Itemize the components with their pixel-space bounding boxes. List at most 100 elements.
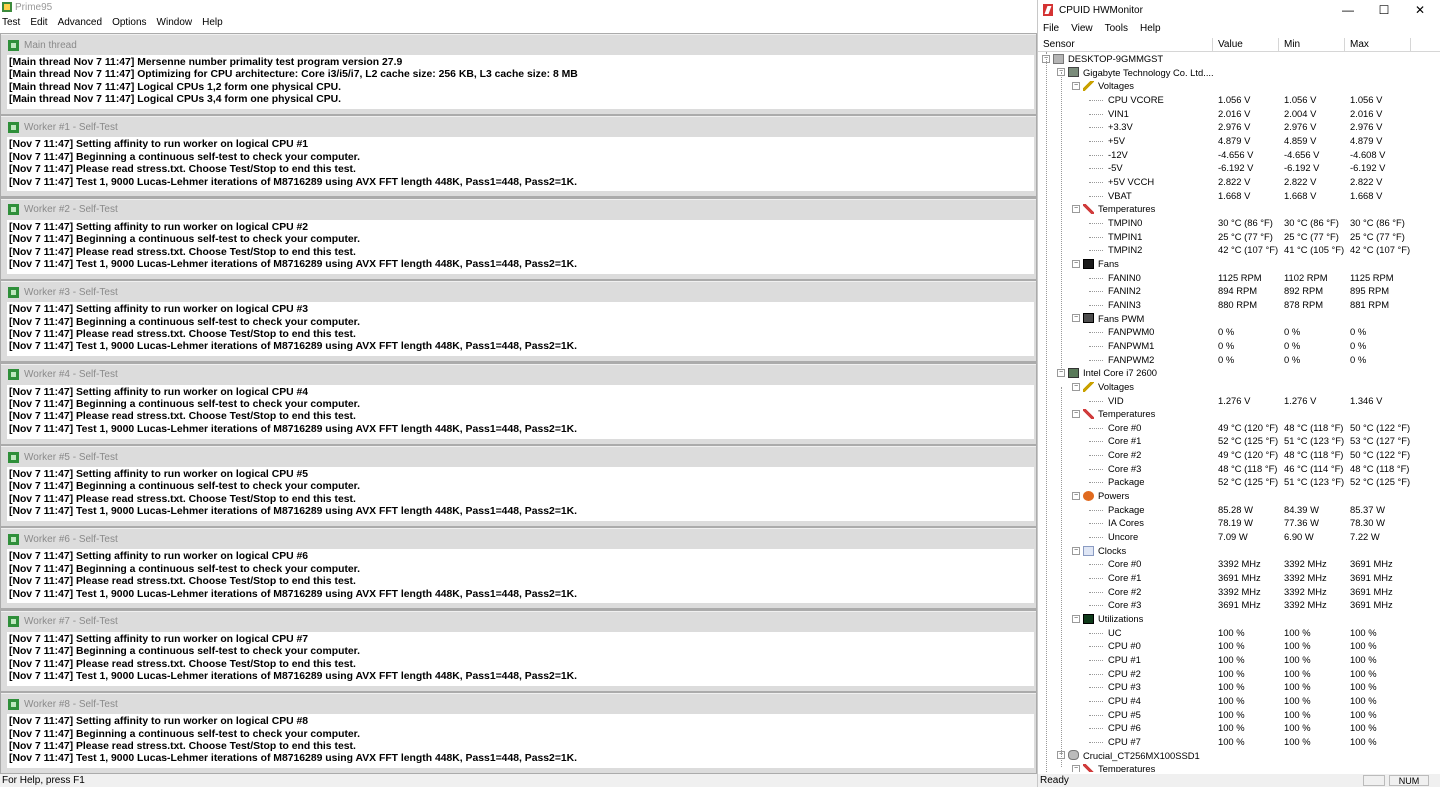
sensor-row[interactable]: Package 52 °C (125 °F) 51 °C (123 °F) 52 °C… bbox=[1038, 475, 1440, 489]
sensor-group-row[interactable]: − Temperatures bbox=[1038, 407, 1440, 421]
sensor-row[interactable]: TMPIN1 25 °C (77 °F) 25 °C (77 °F) 25 °C (7… bbox=[1038, 230, 1440, 244]
worker-window[interactable]: Worker #3 - Self-Test [Nov 7 11:47] Setti… bbox=[1, 281, 1036, 362]
collapse-toggle[interactable]: − bbox=[1072, 82, 1080, 91]
minimize-button[interactable]: — bbox=[1330, 0, 1366, 20]
hwmonitor-title-bar[interactable]: CPUID HWMonitor — ☐ ✕ bbox=[1038, 0, 1440, 20]
collapse-toggle[interactable]: − bbox=[1072, 546, 1080, 555]
menu-edit[interactable]: Edit bbox=[30, 17, 47, 28]
worker-window[interactable]: Worker #1 - Self-Test [Nov 7 11:47] Setti… bbox=[1, 116, 1036, 197]
sensor-row[interactable]: VID 1.276 V 1.276 V 1.346 V bbox=[1038, 394, 1440, 408]
sensor-row[interactable]: VIN1 2.016 V 2.004 V 2.016 V bbox=[1038, 107, 1440, 121]
log-output[interactable]: [Nov 7 11:47] Setting affinity to run wo… bbox=[7, 302, 1034, 357]
sensor-group-row[interactable]: − Clocks bbox=[1038, 544, 1440, 558]
worker-window[interactable]: Worker #2 - Self-Test [Nov 7 11:47] Setti… bbox=[1, 198, 1036, 279]
sensor-group-row[interactable]: − DESKTOP-9GMMGST bbox=[1038, 52, 1440, 66]
sensor-row[interactable]: +5V 4.879 V 4.859 V 4.879 V bbox=[1038, 134, 1440, 148]
mdi-window-title-bar[interactable]: Worker #2 - Self-Test bbox=[1, 200, 1036, 220]
sensor-row[interactable]: CPU #4 100 % 100 % 100 % bbox=[1038, 694, 1440, 708]
collapse-toggle[interactable]: − bbox=[1072, 259, 1080, 268]
collapse-toggle[interactable]: − bbox=[1072, 314, 1080, 323]
sensor-row[interactable]: CPU #1 100 % 100 % 100 % bbox=[1038, 653, 1440, 667]
worker-window[interactable]: Worker #8 - Self-Test [Nov 7 11:47] Setti… bbox=[1, 693, 1036, 774]
sensor-row[interactable]: CPU #5 100 % 100 % 100 % bbox=[1038, 708, 1440, 722]
sensor-row[interactable]: FANPWM0 0 % 0 % 0 % bbox=[1038, 325, 1440, 339]
mdi-window-title-bar[interactable]: Worker #1 - Self-Test bbox=[1, 117, 1036, 137]
sensor-row[interactable]: Core #2 3392 MHz 3392 MHz 3691 MHz bbox=[1038, 585, 1440, 599]
log-output[interactable]: [Nov 7 11:47] Setting affinity to run wo… bbox=[7, 384, 1034, 439]
sensor-row[interactable]: CPU #3 100 % 100 % 100 % bbox=[1038, 680, 1440, 694]
sensor-row[interactable]: IA Cores 78.19 W 77.36 W 78.30 W bbox=[1038, 516, 1440, 530]
mdi-window-title-bar[interactable]: Worker #8 - Self-Test bbox=[1, 694, 1036, 714]
sensor-row[interactable]: -5V -6.192 V -6.192 V -6.192 V bbox=[1038, 161, 1440, 175]
log-output[interactable]: [Nov 7 11:47] Setting affinity to run wo… bbox=[7, 219, 1034, 274]
menu-help[interactable]: Help bbox=[1140, 23, 1161, 34]
sensor-row[interactable]: CPU #6 100 % 100 % 100 % bbox=[1038, 721, 1440, 735]
menu-window[interactable]: Window bbox=[157, 17, 193, 28]
sensor-row[interactable]: TMPIN2 42 °C (107 °F) 41 °C (105 °F) 42 °C … bbox=[1038, 243, 1440, 257]
sensor-row[interactable]: FANIN2 894 RPM 892 RPM 895 RPM bbox=[1038, 284, 1440, 298]
sensor-row[interactable]: FANPWM1 0 % 0 % 0 % bbox=[1038, 339, 1440, 353]
sensor-group-row[interactable]: − Voltages bbox=[1038, 380, 1440, 394]
collapse-toggle[interactable]: − bbox=[1072, 765, 1080, 772]
sensor-row[interactable]: Core #1 3691 MHz 3392 MHz 3691 MHz bbox=[1038, 571, 1440, 585]
mdi-window-title-bar[interactable]: Main thread bbox=[1, 35, 1036, 55]
menu-options[interactable]: Options bbox=[112, 17, 146, 28]
sensor-row[interactable]: Core #3 48 °C (118 °F) 46 °C (114 °F) 48 °C… bbox=[1038, 462, 1440, 476]
sensor-group-row[interactable]: − Fans PWM bbox=[1038, 312, 1440, 326]
worker-window[interactable]: Worker #6 - Self-Test [Nov 7 11:47] Setti… bbox=[1, 528, 1036, 609]
mdi-window-title-bar[interactable]: Worker #6 - Self-Test bbox=[1, 529, 1036, 549]
sensor-row[interactable]: CPU #0 100 % 100 % 100 % bbox=[1038, 639, 1440, 653]
sensor-row[interactable]: CPU #2 100 % 100 % 100 % bbox=[1038, 667, 1440, 681]
sensor-row[interactable]: -12V -4.656 V -4.656 V -4.608 V bbox=[1038, 148, 1440, 162]
column-header-value[interactable]: Value bbox=[1213, 38, 1279, 51]
sensor-group-row[interactable]: − Temperatures bbox=[1038, 762, 1440, 772]
collapse-toggle[interactable]: − bbox=[1072, 614, 1080, 623]
sensor-row[interactable]: FANIN0 1125 RPM 1102 RPM 1125 RPM bbox=[1038, 271, 1440, 285]
collapse-toggle[interactable]: − bbox=[1072, 382, 1080, 391]
maximize-button[interactable]: ☐ bbox=[1366, 0, 1402, 20]
sensor-row[interactable]: Core #2 49 °C (120 °F) 48 °C (118 °F) 50 °C… bbox=[1038, 448, 1440, 462]
worker-window[interactable]: Worker #7 - Self-Test [Nov 7 11:47] Setti… bbox=[1, 610, 1036, 691]
collapse-toggle[interactable]: − bbox=[1072, 205, 1080, 214]
sensor-group-row[interactable]: − Utilizations bbox=[1038, 612, 1440, 626]
menu-view[interactable]: View bbox=[1071, 23, 1093, 34]
mdi-window-title-bar[interactable]: Worker #5 - Self-Test bbox=[1, 447, 1036, 467]
mdi-window-title-bar[interactable]: Worker #3 - Self-Test bbox=[1, 282, 1036, 302]
sensor-group-row[interactable]: − Intel Core i7 2600 bbox=[1038, 366, 1440, 380]
sensor-row[interactable]: Core #0 49 °C (120 °F) 48 °C (118 °F) 50 °C… bbox=[1038, 421, 1440, 435]
log-output[interactable]: [Nov 7 11:47] Setting affinity to run wo… bbox=[7, 714, 1034, 769]
sensor-group-row[interactable]: − Crucial_CT256MX100SSD1 bbox=[1038, 749, 1440, 763]
sensor-row[interactable]: CPU VCORE 1.056 V 1.056 V 1.056 V bbox=[1038, 93, 1440, 107]
sensor-group-row[interactable]: − Gigabyte Technology Co. Ltd.... bbox=[1038, 66, 1440, 80]
log-output[interactable]: [Nov 7 11:47] Setting affinity to run wo… bbox=[7, 549, 1034, 604]
sensor-row[interactable]: FANPWM2 0 % 0 % 0 % bbox=[1038, 353, 1440, 367]
sensor-row[interactable]: VBAT 1.668 V 1.668 V 1.668 V bbox=[1038, 189, 1440, 203]
column-header-max[interactable]: Max bbox=[1345, 38, 1411, 51]
sensor-row[interactable]: FANIN3 880 RPM 878 RPM 881 RPM bbox=[1038, 298, 1440, 312]
worker-window[interactable]: Worker #5 - Self-Test [Nov 7 11:47] Setti… bbox=[1, 446, 1036, 526]
menu-test[interactable]: Test bbox=[2, 17, 20, 28]
sensor-group-row[interactable]: − Powers bbox=[1038, 489, 1440, 503]
menu-help[interactable]: Help bbox=[202, 17, 223, 28]
column-header-sensor[interactable]: Sensor bbox=[1038, 38, 1213, 51]
sensor-row[interactable]: Package 85.28 W 84.39 W 85.37 W bbox=[1038, 503, 1440, 517]
log-output[interactable]: [Nov 7 11:47] Setting affinity to run wo… bbox=[7, 467, 1034, 521]
menu-tools[interactable]: Tools bbox=[1105, 23, 1128, 34]
sensor-row[interactable]: CPU #7 100 % 100 % 100 % bbox=[1038, 735, 1440, 749]
sensor-group-row[interactable]: − Fans bbox=[1038, 257, 1440, 271]
collapse-toggle[interactable]: − bbox=[1072, 409, 1080, 418]
column-header-min[interactable]: Min bbox=[1279, 38, 1345, 51]
menu-advanced[interactable]: Advanced bbox=[58, 17, 102, 28]
log-output[interactable]: [Nov 7 11:47] Setting affinity to run wo… bbox=[7, 631, 1034, 686]
close-button[interactable]: ✕ bbox=[1402, 0, 1438, 20]
sensor-row[interactable]: Uncore 7.09 W 6.90 W 7.22 W bbox=[1038, 530, 1440, 544]
log-output[interactable]: [Main thread Nov 7 11:47] Mersenne numbe… bbox=[7, 55, 1034, 109]
sensor-row[interactable]: Core #3 3691 MHz 3392 MHz 3691 MHz bbox=[1038, 598, 1440, 612]
main-thread-window[interactable]: Main thread [Main thread Nov 7 11:47] Mer… bbox=[1, 34, 1036, 114]
sensor-row[interactable]: Core #0 3392 MHz 3392 MHz 3691 MHz bbox=[1038, 557, 1440, 571]
prime95-title-bar[interactable]: Prime95 bbox=[0, 0, 1037, 14]
mdi-window-title-bar[interactable]: Worker #7 - Self-Test bbox=[1, 612, 1036, 632]
sensor-row[interactable]: TMPIN0 30 °C (86 °F) 30 °C (86 °F) 30 °C (8… bbox=[1038, 216, 1440, 230]
sensor-row[interactable]: Core #1 52 °C (125 °F) 51 °C (123 °F) 53 °C… bbox=[1038, 434, 1440, 448]
worker-window[interactable]: Worker #4 - Self-Test [Nov 7 11:47] Setti… bbox=[1, 363, 1036, 444]
